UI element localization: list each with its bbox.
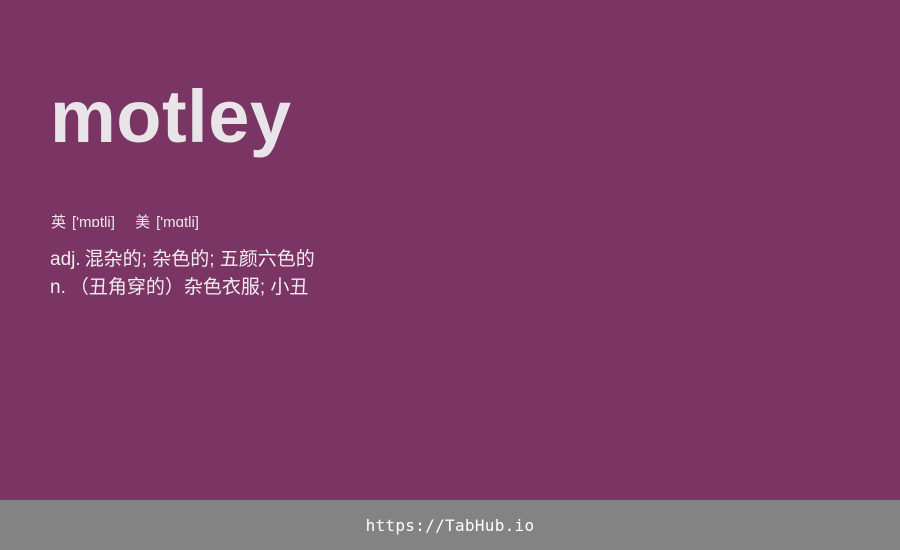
- phonetic-region-label: 美: [135, 214, 151, 231]
- part-of-speech: n.: [50, 277, 66, 298]
- word-card: motley 英 ['mɒtli] 美 ['mɑtli] adj. 混杂的; 杂色的;…: [0, 0, 900, 500]
- footer-bar: https://TabHub.io: [0, 500, 900, 550]
- phonetics-row: 英 ['mɒtli] 美 ['mɑtli]: [51, 213, 215, 233]
- definition-text: 混杂的; 杂色的; 五颜六色的: [84, 249, 315, 270]
- headword: motley: [50, 75, 292, 158]
- phonetic-region-label: 英: [51, 214, 67, 231]
- definition-text: （丑角穿的）杂色衣服; 小丑: [69, 277, 309, 298]
- phonetic-us: 美 ['mɑtli]: [135, 213, 199, 233]
- phonetic-ipa: ['mɒtli]: [72, 214, 115, 231]
- phonetic-ipa: ['mɑtli]: [156, 214, 199, 231]
- definitions-list: adj. 混杂的; 杂色的; 五颜六色的 n. （丑角穿的）杂色衣服; 小丑: [50, 246, 315, 302]
- definition-item: adj. 混杂的; 杂色的; 五颜六色的: [50, 246, 315, 274]
- phonetic-uk: 英 ['mɒtli]: [51, 213, 115, 233]
- part-of-speech: adj.: [50, 249, 81, 270]
- definition-item: n. （丑角穿的）杂色衣服; 小丑: [50, 274, 315, 302]
- tabhub-link[interactable]: https://TabHub.io: [366, 516, 535, 535]
